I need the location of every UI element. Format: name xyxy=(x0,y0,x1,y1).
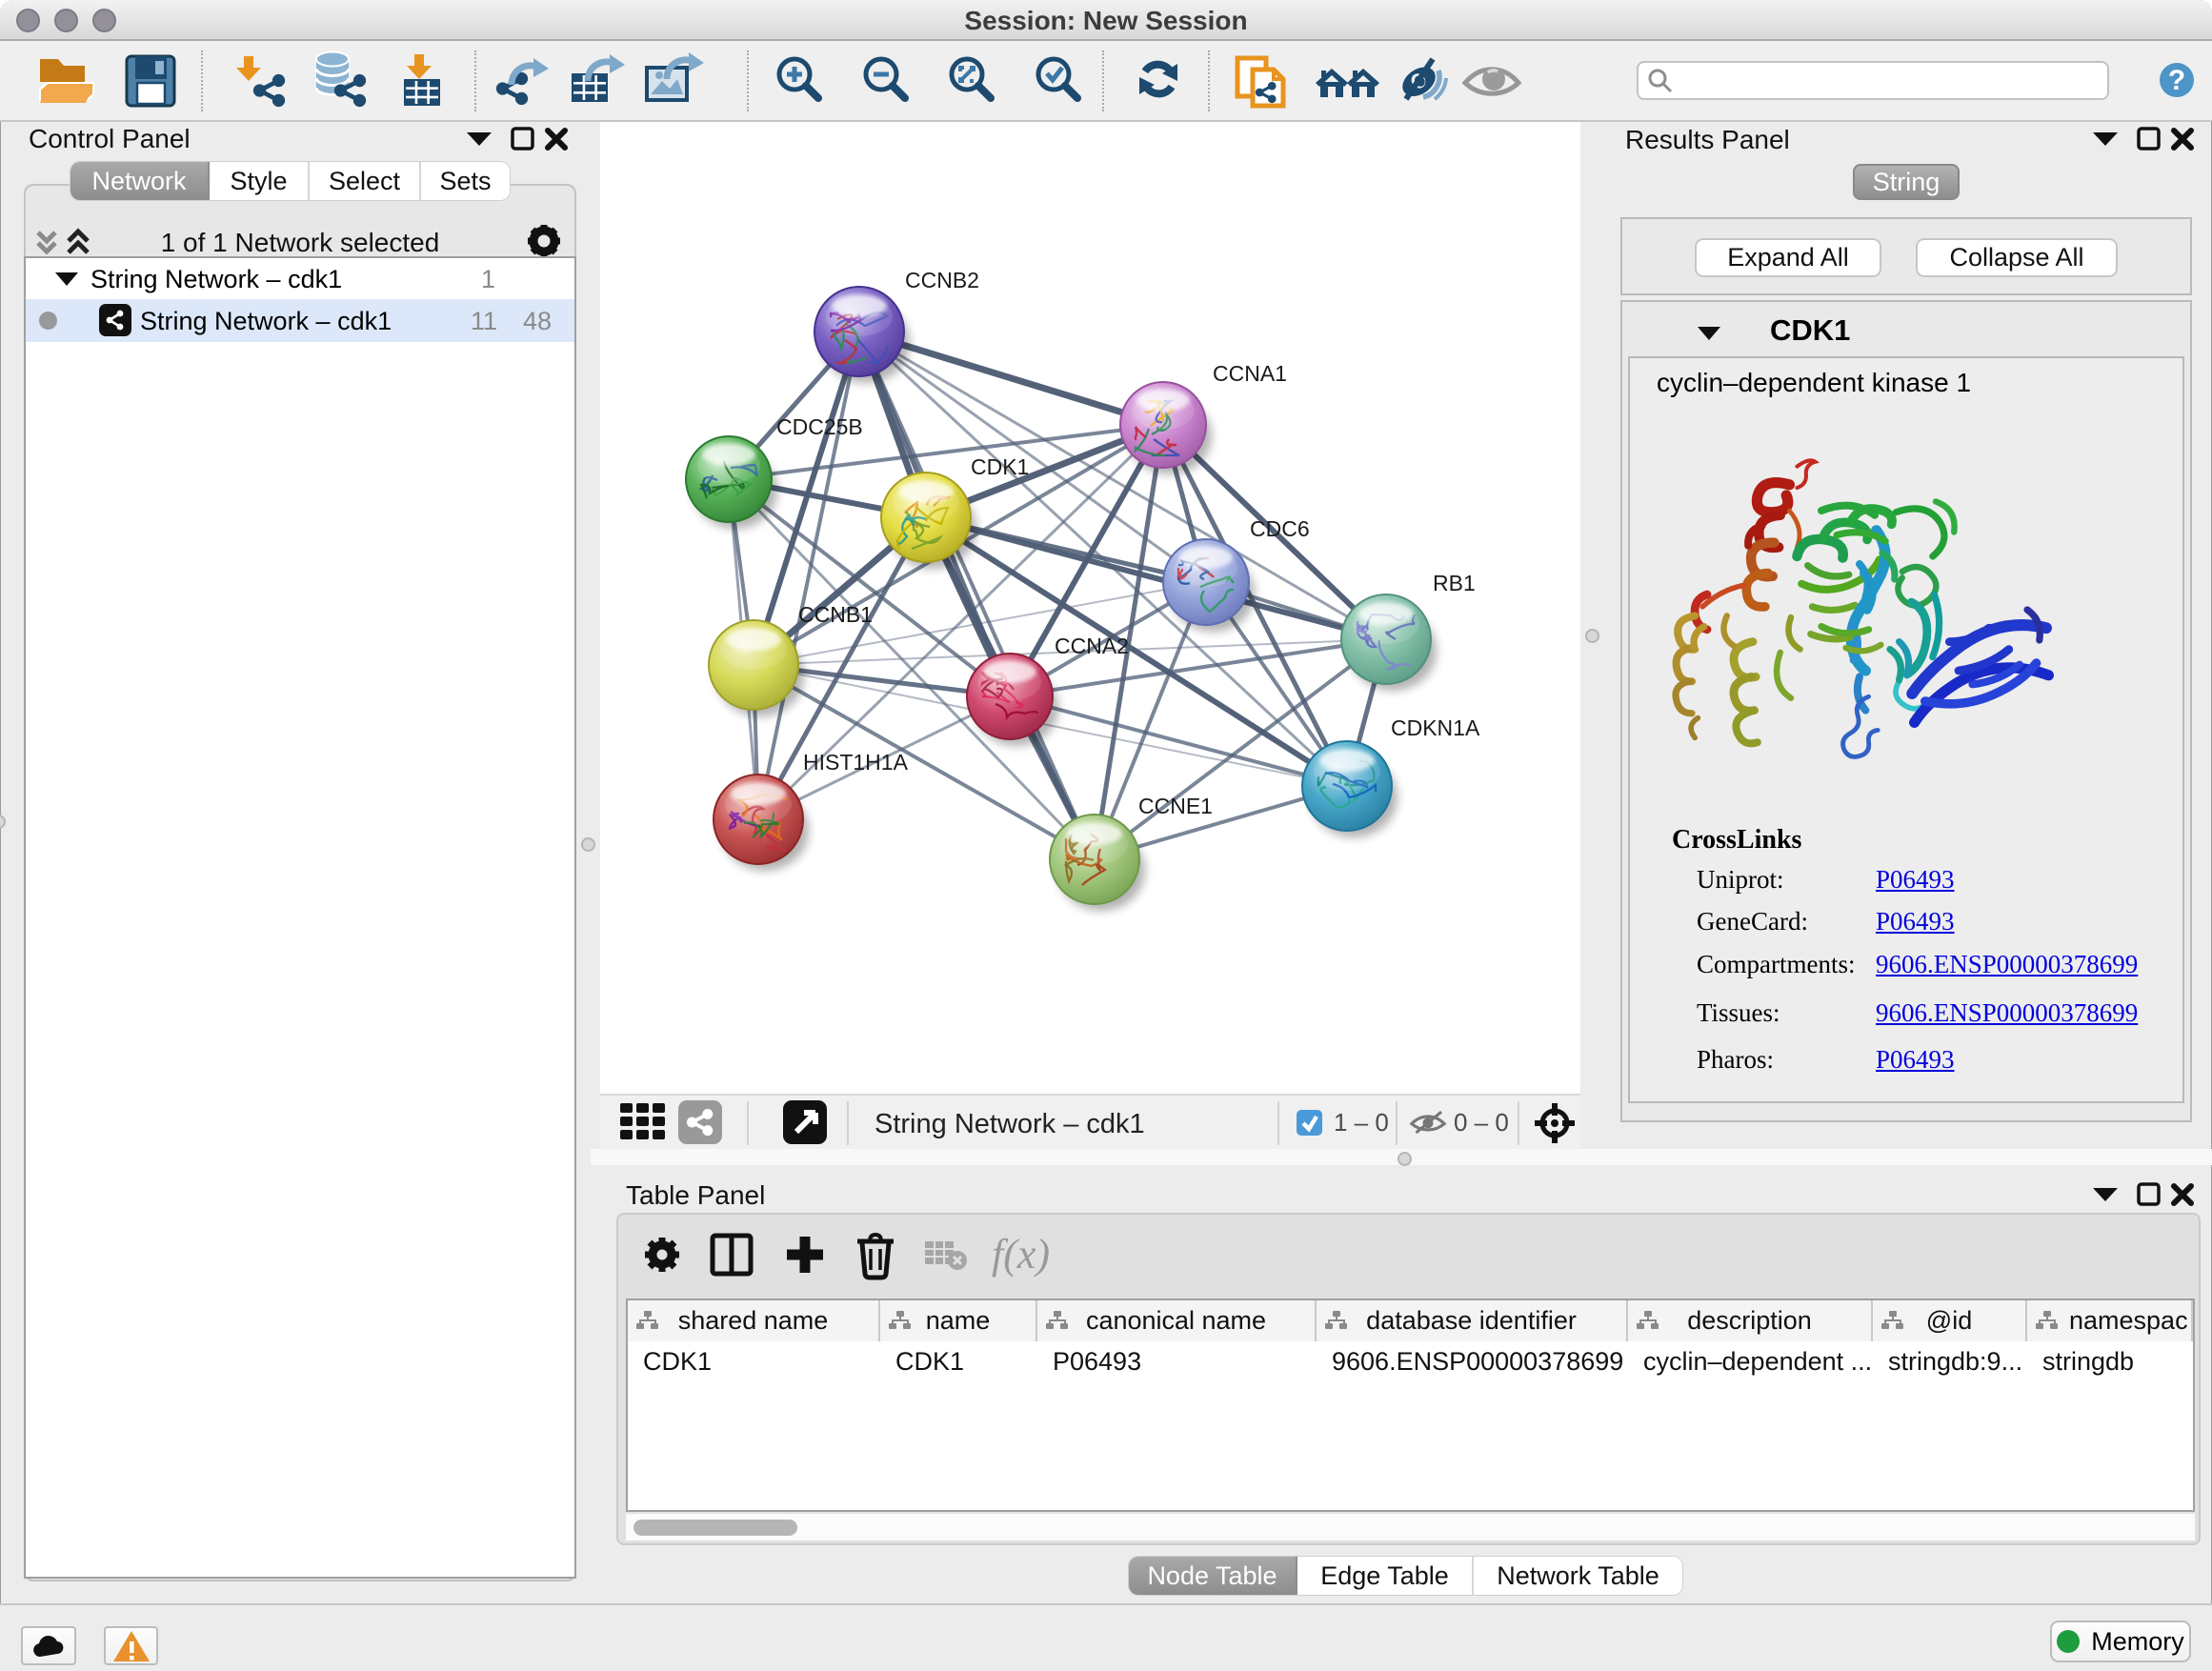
svg-text:CDK1: CDK1 xyxy=(971,454,1029,479)
svg-text:CCNA2: CCNA2 xyxy=(1055,634,1129,658)
svg-text:0 – 0: 0 – 0 xyxy=(1454,1108,1509,1137)
svg-text:CDC25B: CDC25B xyxy=(776,414,863,439)
svg-text:CDC6: CDC6 xyxy=(1250,516,1310,541)
svg-text:HIST1H1A: HIST1H1A xyxy=(803,750,909,775)
svg-text:1 – 0: 1 – 0 xyxy=(1334,1108,1389,1137)
svg-text:CCNA1: CCNA1 xyxy=(1213,361,1287,386)
svg-text:CCNB1: CCNB1 xyxy=(798,602,873,627)
svg-text:CDKN1A: CDKN1A xyxy=(1391,715,1480,740)
svg-text:f(x): f(x) xyxy=(992,1231,1050,1278)
svg-text:CCNB2: CCNB2 xyxy=(905,268,979,292)
svg-text:1 of 1 Network selected: 1 of 1 Network selected xyxy=(161,228,440,257)
svg-text:String Network – cdk1: String Network – cdk1 xyxy=(875,1109,1145,1139)
svg-text:CCNE1: CCNE1 xyxy=(1138,794,1213,818)
svg-text:RB1: RB1 xyxy=(1433,571,1476,595)
svg-text:?: ? xyxy=(2168,65,2185,96)
